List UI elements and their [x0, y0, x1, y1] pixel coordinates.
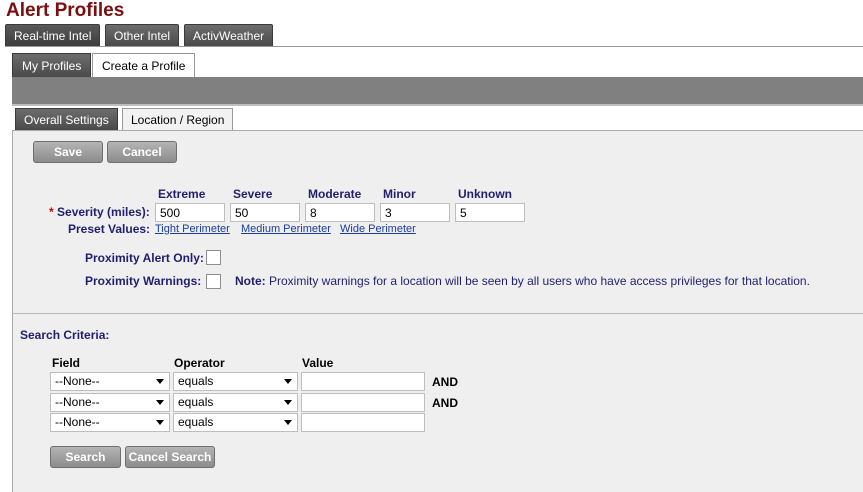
severity-severe-input[interactable] [230, 203, 300, 222]
tab-underline [5, 46, 863, 47]
proximity-alert-only-checkbox[interactable] [206, 250, 221, 265]
tab-overall-settings[interactable]: Overall Settings [15, 108, 118, 130]
value-input-1[interactable] [301, 372, 425, 391]
severity-minor-input[interactable] [380, 203, 450, 222]
field-select-2[interactable]: --None-- [50, 393, 170, 412]
preset-medium-perimeter-link[interactable]: Medium Perimeter [241, 223, 331, 235]
preset-values-label: Preset Values: [68, 222, 151, 236]
operator-select-1[interactable]: equals [173, 372, 298, 391]
operator-select-2-value: equals [178, 395, 214, 409]
operator-select-3[interactable]: equals [173, 413, 298, 432]
severity-col-severe: Severe [233, 187, 273, 201]
field-select-3-value: --None-- [55, 415, 100, 429]
field-select-1[interactable]: --None-- [50, 372, 170, 391]
operator-select-2[interactable]: equals [173, 393, 298, 412]
chevron-down-icon [156, 400, 164, 405]
severity-moderate-input[interactable] [305, 203, 375, 222]
value-input-2[interactable] [301, 393, 425, 412]
search-button[interactable]: Search [50, 446, 121, 468]
tab-activweather[interactable]: ActivWeather [184, 24, 274, 46]
page-title: Alert Profiles [6, 0, 125, 21]
save-button[interactable]: Save [33, 141, 103, 163]
tab-real-time-intel[interactable]: Real-time Intel [5, 24, 101, 46]
and-label-2: AND [432, 396, 458, 410]
preset-wide-perimeter-link[interactable]: Wide Perimeter [340, 223, 416, 235]
tab-other-intel[interactable]: Other Intel [105, 24, 180, 46]
section-divider [12, 313, 863, 314]
value-input-3[interactable] [301, 413, 425, 432]
severity-col-minor: Minor [383, 187, 416, 201]
tab-create-a-profile[interactable]: Create a Profile [92, 53, 196, 77]
chevron-down-icon [284, 379, 292, 384]
cancel-button[interactable]: Cancel [107, 141, 177, 163]
cancel-search-button[interactable]: Cancel Search [125, 446, 215, 468]
field-column-header: Field [52, 356, 81, 370]
settings-panel [12, 130, 863, 492]
severity-col-moderate: Moderate [308, 187, 362, 201]
note-label: Note: [235, 274, 266, 288]
severity-extreme-input[interactable] [155, 203, 225, 222]
value-column-header: Value [302, 356, 334, 370]
severity-label: * Severity (miles): [49, 205, 150, 219]
operator-column-header: Operator [174, 356, 225, 370]
chevron-down-icon [284, 400, 292, 405]
tab-location-region[interactable]: Location / Region [122, 108, 234, 130]
chevron-down-icon [156, 420, 164, 425]
proximity-warnings-checkbox[interactable] [206, 274, 221, 289]
proximity-warnings-label: Proximity Warnings: [85, 274, 202, 288]
operator-select-3-value: equals [178, 415, 214, 429]
note-text: Proximity warnings for a location will b… [265, 274, 810, 288]
preset-tight-perimeter-link[interactable]: Tight Perimeter [155, 223, 230, 235]
chevron-down-icon [156, 379, 164, 384]
operator-select-1-value: equals [178, 374, 214, 388]
header-band-border [12, 104, 863, 106]
severity-col-extreme: Extreme [158, 187, 206, 201]
proximity-note: Note: Proximity warnings for a location … [235, 274, 810, 288]
proximity-alert-only-label: Proximity Alert Only: [85, 251, 204, 265]
field-select-1-value: --None-- [55, 374, 100, 388]
severity-col-unknown: Unknown [458, 187, 512, 201]
severity-unknown-input[interactable] [455, 203, 525, 222]
field-select-3[interactable]: --None-- [50, 413, 170, 432]
and-label-1: AND [432, 375, 458, 389]
required-marker: * [49, 205, 54, 219]
tab-my-profiles[interactable]: My Profiles [12, 53, 92, 77]
header-band [12, 77, 863, 104]
field-select-2-value: --None-- [55, 395, 100, 409]
chevron-down-icon [284, 420, 292, 425]
search-criteria-title: Search Criteria: [20, 328, 110, 342]
severity-label-text: Severity (miles): [57, 205, 150, 219]
